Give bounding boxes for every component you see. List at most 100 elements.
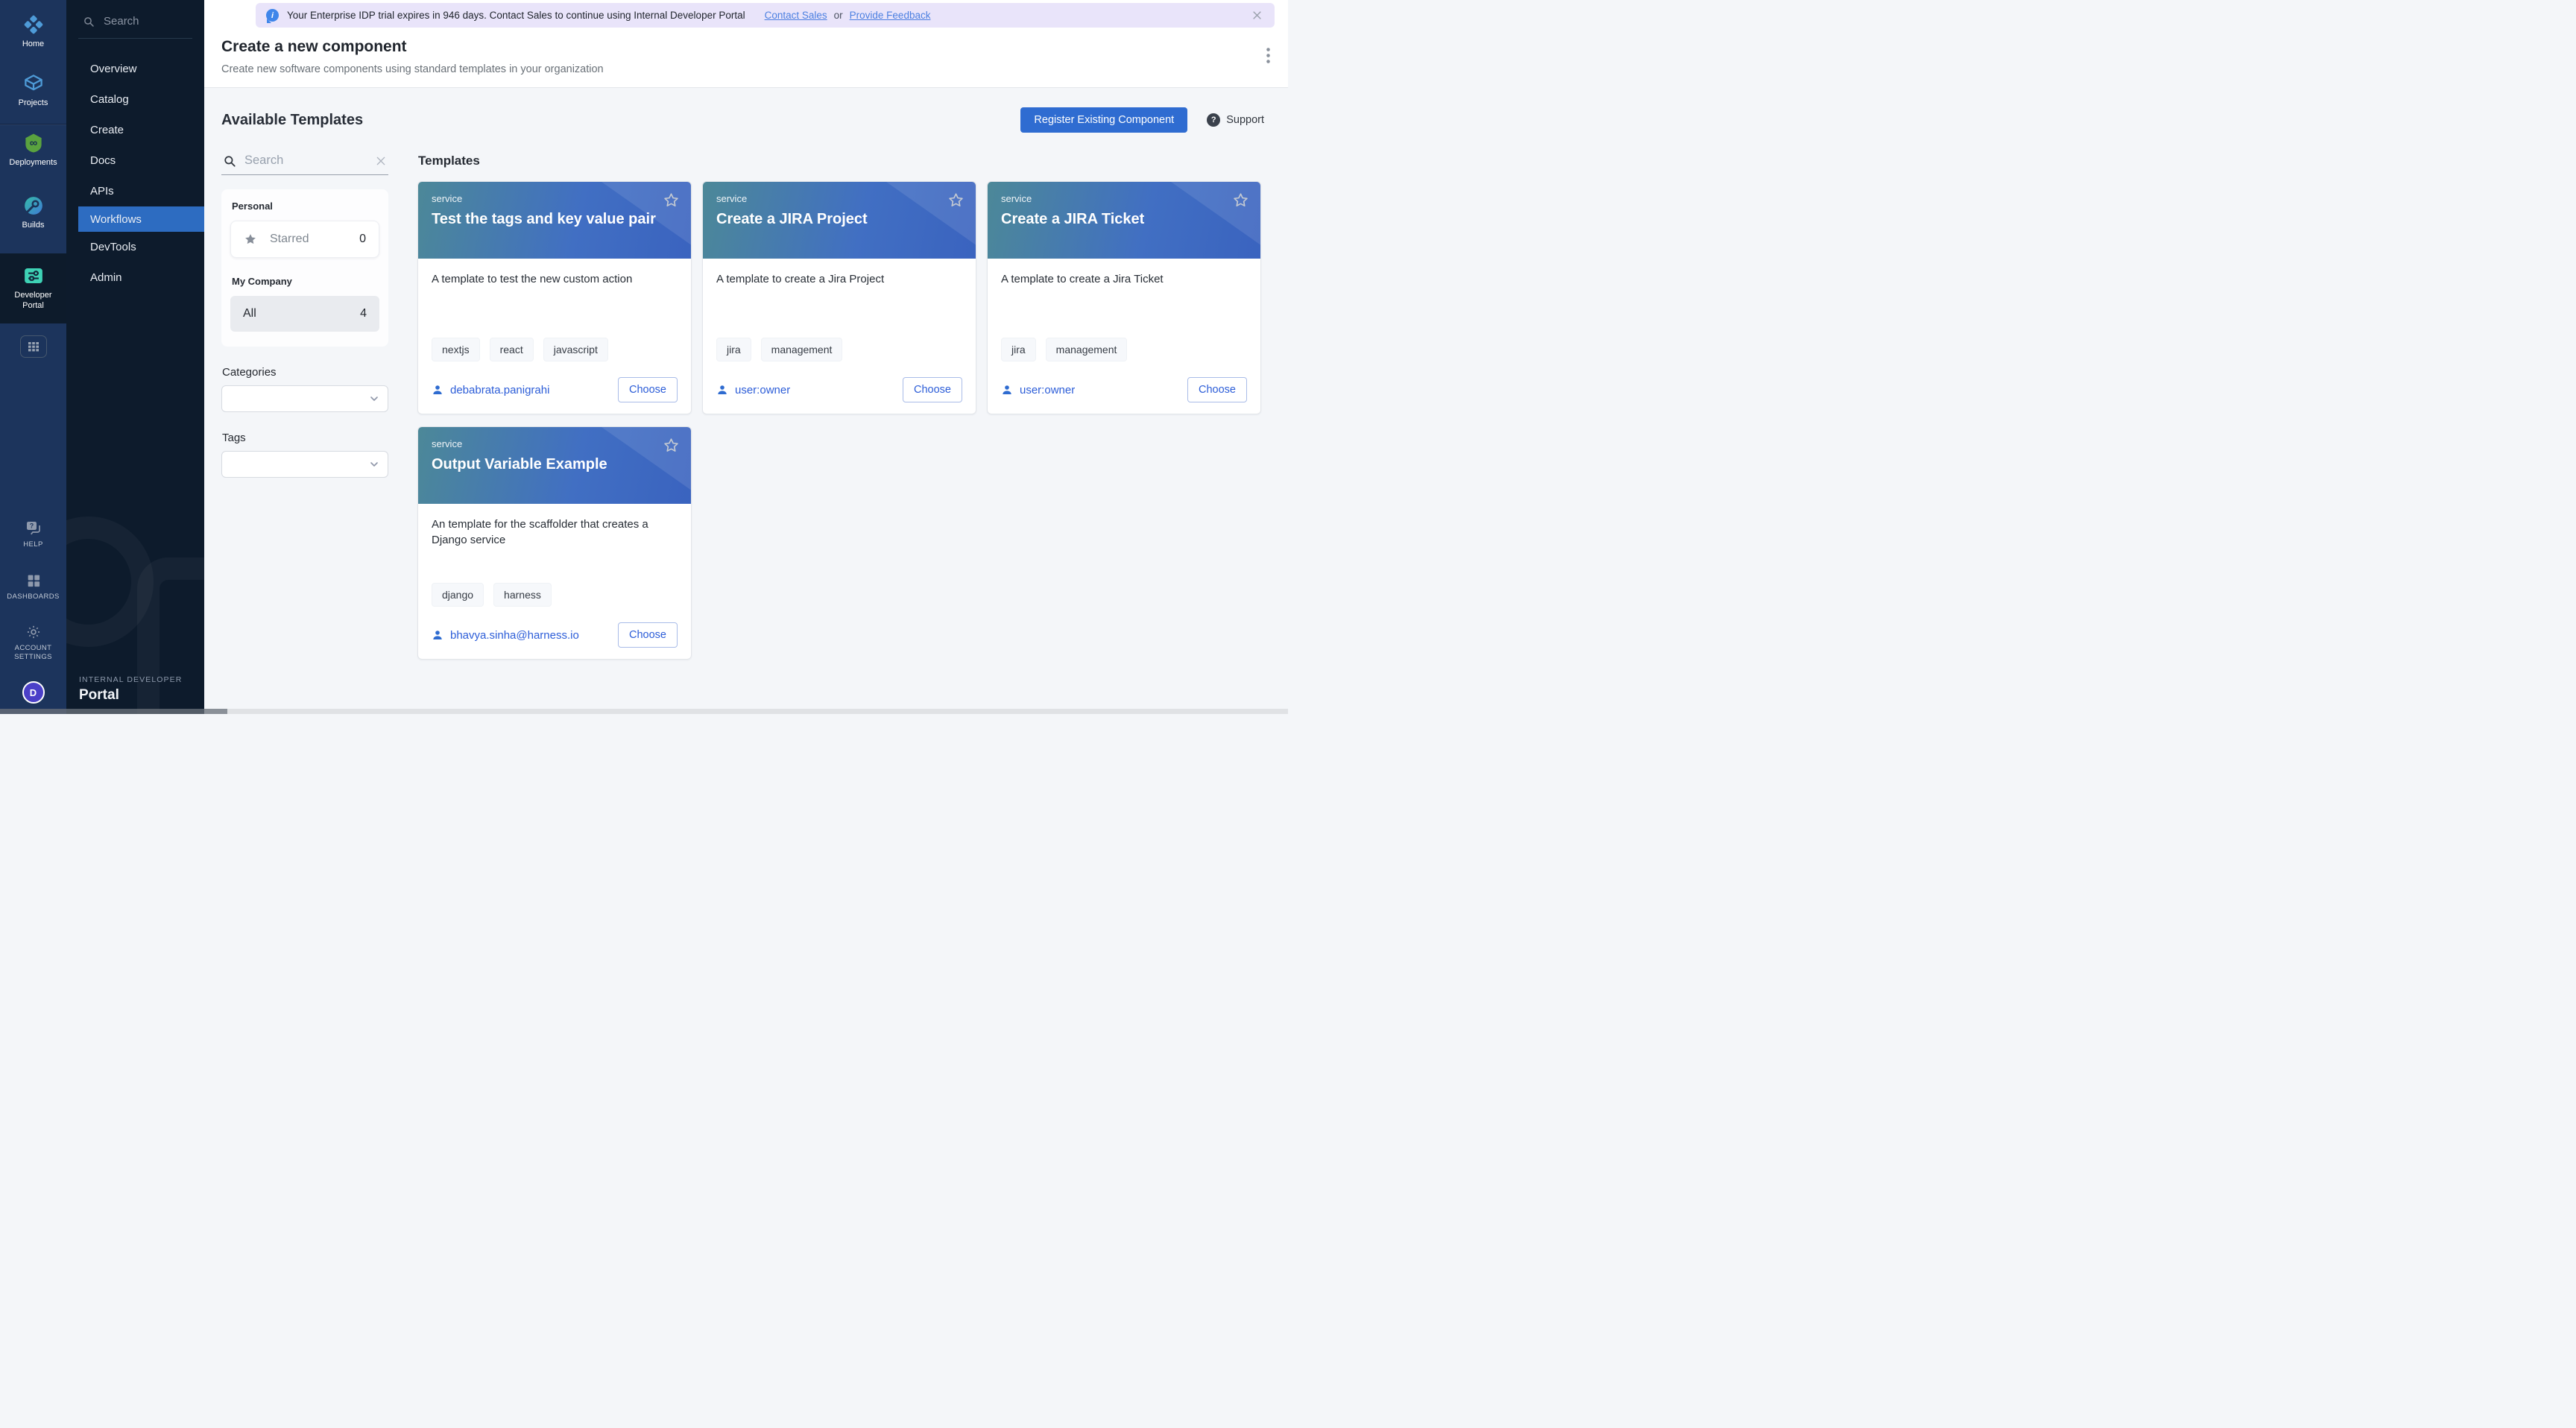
rail-item-dashboards[interactable]: DASHBOARDS [0, 572, 66, 601]
rail-label: Builds [22, 221, 45, 231]
filter-starred[interactable]: Starred 0 [230, 221, 379, 258]
banner-close-button[interactable] [1250, 8, 1264, 22]
templates-toolbar: Available Templates Register Existing Co… [204, 88, 1288, 133]
person-icon [716, 384, 728, 396]
provide-feedback-link[interactable]: Provide Feedback [850, 10, 931, 21]
gear-icon [25, 624, 42, 640]
page-subtitle: Create new software components using sta… [221, 63, 1288, 75]
projects-icon [22, 72, 45, 95]
starred-label: Starred [270, 233, 309, 246]
rail-item-home[interactable]: Home [0, 13, 66, 50]
sidebar-divider [78, 38, 192, 39]
choose-button[interactable]: Choose [618, 377, 678, 402]
sidebar-item-label: Admin [90, 271, 122, 284]
rail-label: DASHBOARDS [7, 593, 60, 601]
template-title: Create a JIRA Ticket [1001, 211, 1247, 228]
star-icon[interactable] [1231, 190, 1251, 210]
tag-chip: django [432, 583, 484, 607]
chevron-down-icon [368, 458, 380, 470]
content-area: Available Templates Register Existing Co… [204, 88, 1288, 714]
rail-item-builds[interactable]: Builds [0, 195, 66, 231]
template-card: service Output Variable Example An templ… [417, 426, 692, 660]
filter-all[interactable]: All 4 [230, 296, 379, 332]
all-count: 4 [360, 307, 367, 320]
choose-button[interactable]: Choose [903, 377, 962, 402]
tag-chip: management [761, 338, 843, 361]
star-icon[interactable] [946, 190, 966, 210]
tag-chip: management [1046, 338, 1128, 361]
sidebar-item-catalog[interactable]: Catalog [66, 84, 204, 115]
sidebar-item-label: Create [90, 124, 124, 136]
rail-label: Projects [19, 98, 48, 109]
template-owner-link[interactable]: debabrata.panigrahi [450, 384, 549, 397]
sidebar-item-label: Workflows [90, 213, 142, 226]
register-existing-component-button[interactable]: Register Existing Component [1020, 107, 1187, 133]
rail-section-active: Developer Portal [0, 253, 66, 323]
tags-label: Tags [222, 432, 388, 444]
sidebar-item-create[interactable]: Create [66, 115, 204, 145]
template-title: Output Variable Example [432, 456, 678, 473]
choose-button[interactable]: Choose [618, 622, 678, 648]
main-area: i Your Enterprise IDP trial expires in 9… [204, 0, 1288, 714]
template-description: An template for the scaffolder that crea… [432, 516, 655, 548]
templates-heading: Templates [418, 154, 1273, 168]
sidebar-item-label: DevTools [90, 241, 136, 253]
template-owner-link[interactable]: user:owner [735, 384, 790, 397]
rail-item-projects[interactable]: Projects [0, 72, 66, 109]
tag-chip: jira [1001, 338, 1036, 361]
star-icon[interactable] [661, 190, 681, 210]
sidebar-item-devtools[interactable]: DevTools [66, 232, 204, 262]
rail-item-deployments[interactable]: ∞ Deployments [0, 132, 66, 168]
personal-section-label: Personal [232, 200, 379, 212]
sidebar-item-overview[interactable]: Overview [66, 54, 204, 84]
left-rail: Home Projects ∞ Deployments Builds [0, 0, 66, 714]
scrollbar-thumb[interactable] [0, 709, 227, 714]
help-icon: ? [25, 520, 42, 537]
sidebar-item-label: Overview [90, 63, 137, 75]
banner-conjunction: or [834, 10, 843, 21]
dashboards-icon [25, 572, 42, 589]
rail-label: Developer Portal [10, 291, 57, 312]
template-search [221, 149, 388, 175]
support-button[interactable]: ? Support [1207, 113, 1264, 127]
close-icon [375, 155, 387, 167]
template-card-header: service Create a JIRA Ticket [988, 182, 1260, 259]
page-menu-button[interactable] [1263, 45, 1273, 66]
sidebar-item-label: Docs [90, 154, 116, 167]
templates-layout: Personal Starred 0 My Company All 4 [204, 133, 1288, 660]
categories-select[interactable] [221, 385, 388, 412]
support-label: Support [1226, 114, 1264, 126]
rail-item-developer-portal[interactable]: Developer Portal [3, 265, 63, 312]
contact-sales-link[interactable]: Contact Sales [765, 10, 827, 21]
star-icon[interactable] [661, 435, 681, 455]
sidebar-item-docs[interactable]: Docs [66, 145, 204, 176]
rail-item-account-settings[interactable]: ACCOUNT SETTINGS [0, 624, 66, 662]
user-avatar[interactable]: D [22, 681, 45, 704]
sidebar-item-workflows[interactable]: Workflows [78, 206, 204, 232]
template-description: A template to test the new custom action [432, 271, 678, 287]
trial-banner: i Your Enterprise IDP trial expires in 9… [256, 3, 1275, 28]
module-switcher-button[interactable] [20, 335, 47, 358]
choose-button[interactable]: Choose [1187, 377, 1247, 402]
available-templates-heading: Available Templates [221, 112, 363, 129]
sidebar-search[interactable]: Search [66, 0, 204, 38]
sidebar-item-apis[interactable]: APIs [66, 176, 204, 206]
tags-select[interactable] [221, 451, 388, 478]
rail-item-help[interactable]: ? HELP [0, 520, 66, 549]
clear-search-button[interactable] [375, 155, 387, 167]
template-owner-link[interactable]: user:owner [1020, 384, 1075, 397]
question-icon: ? [1207, 113, 1220, 127]
rail-label: ACCOUNT SETTINGS [7, 644, 60, 662]
horizontal-scrollbar[interactable] [0, 709, 1288, 714]
template-tags: jira management [716, 338, 962, 361]
sidebar-item-admin[interactable]: Admin [66, 262, 204, 293]
svg-text:?: ? [29, 522, 34, 529]
app-window: Home Projects ∞ Deployments Builds [0, 0, 1288, 714]
sidebar-search-label: Search [104, 15, 139, 28]
template-card-body: An template for the scaffolder that crea… [418, 504, 691, 659]
template-owner-link[interactable]: bhavya.sinha@harness.io [450, 629, 579, 642]
template-search-input[interactable] [244, 154, 367, 168]
company-section-label: My Company [232, 276, 379, 287]
rail-label: HELP [23, 540, 42, 549]
person-icon [432, 384, 443, 396]
